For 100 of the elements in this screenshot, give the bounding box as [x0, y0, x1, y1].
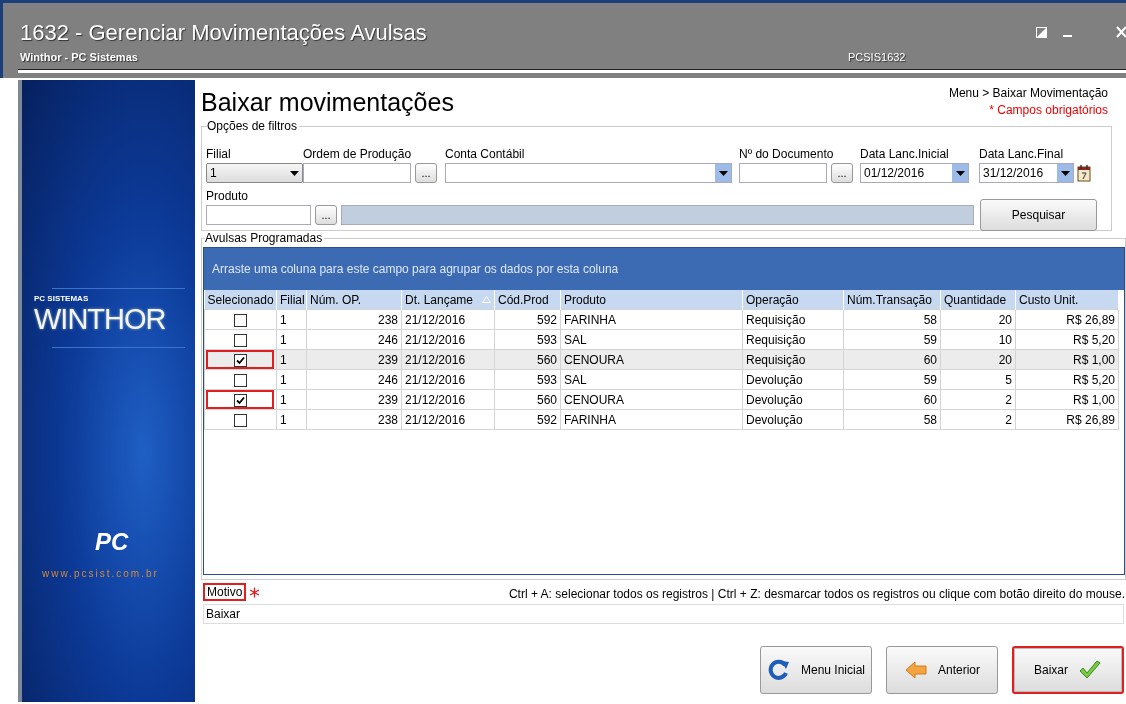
row-checkbox[interactable] [234, 333, 247, 347]
action-button[interactable]: Menu Inicial [760, 646, 872, 694]
table-cell: 1 [276, 309, 307, 330]
table-cell: 59 [843, 369, 941, 390]
close-icon[interactable] [1116, 26, 1126, 38]
table-cell: 21/12/2016 [401, 409, 495, 430]
dropdown-arrow-icon[interactable] [955, 170, 965, 176]
table-cell: 60 [843, 389, 941, 410]
brand-logo: WINTHOR [34, 303, 166, 336]
table-cell: 1 [276, 329, 307, 350]
field-label: Ordem de Produção [303, 146, 413, 163]
screen-code: PCSIS1632 [848, 51, 906, 63]
restore-icon[interactable] [1036, 27, 1047, 38]
input-field[interactable] [739, 163, 827, 183]
dropdown-arrow-icon[interactable] [289, 170, 299, 176]
breadcrumb[interactable]: Menu > Baixar Movimentação [948, 86, 1108, 100]
action-button[interactable]: Anterior [886, 646, 998, 694]
table-cell: 593 [494, 329, 561, 350]
table-cell: 20 [940, 309, 1016, 330]
browse-button[interactable]: ... [315, 205, 337, 225]
action-button[interactable]: Baixar [1012, 646, 1124, 694]
table-row[interactable]: 1 238 21/12/2016 592 FARINHA Requisição 58 20 R$ 26,89 [204, 309, 1119, 330]
group-legend: Avulsas Programadas [205, 231, 325, 245]
website-url: www.pcsist.com.br [42, 568, 159, 579]
table-cell: 21/12/2016 [401, 369, 495, 390]
dropdown-arrow-icon[interactable] [718, 170, 728, 176]
company-logo: PC [95, 528, 129, 556]
table-row[interactable]: 1 239 21/12/2016 560 CENOURA Requisição 60 20 R$ 1,00 [204, 349, 1119, 370]
table-cell: 1 [276, 409, 307, 430]
column-header[interactable]: Cód.Prod [494, 290, 561, 310]
table-cell: R$ 26,89 [1015, 309, 1119, 330]
branch-select[interactable]: 1 [206, 163, 303, 183]
column-header[interactable]: Produto [560, 290, 743, 310]
group-by-area[interactable]: Arraste uma coluna para este campo para agrupar os dados por esta coluna [204, 248, 1124, 290]
row-checkbox[interactable] [234, 313, 247, 327]
left-arrow-icon [904, 658, 928, 682]
table-cell: R$ 1,00 [1015, 389, 1119, 410]
table-cell: R$ 5,20 [1015, 329, 1119, 350]
table-cell: Devolução [742, 389, 844, 410]
table-cell: 58 [843, 309, 941, 330]
field-label: Conta Contábil [445, 146, 526, 163]
table-cell: 21/12/2016 [401, 329, 495, 350]
window-title: 1632 - Gerenciar Movimentações Avulsas [20, 20, 427, 46]
table-cell: SAL [560, 329, 743, 350]
table-cell: 10 [940, 329, 1016, 350]
table-cell: 593 [494, 369, 561, 390]
table-cell: 2 [940, 389, 1016, 410]
column-header[interactable]: Filial [276, 290, 307, 310]
table-row[interactable]: 1 246 21/12/2016 593 SAL Devolução 59 5 R$ 5,20 [204, 369, 1119, 390]
minimize-icon[interactable] [1063, 35, 1072, 38]
row-checkbox[interactable] [234, 413, 247, 427]
row-checkbox[interactable] [234, 373, 247, 387]
table-cell: 21/12/2016 [401, 309, 495, 330]
column-header[interactable]: Custo Unit. [1015, 290, 1119, 310]
shortcut-hint: Ctrl + A: selecionar todos os registros | Ctrl + Z: desmarcar todos os registros ou clique com botão direito do mouse. [508, 587, 1126, 601]
table-cell: R$ 26,89 [1015, 409, 1119, 430]
browse-button[interactable]: ... [415, 163, 437, 183]
table-row[interactable]: 1 246 21/12/2016 593 SAL Requisição 59 10 R$ 5,20 [204, 329, 1119, 350]
window-subtitle: Winthor - PC Sistemas [20, 51, 138, 63]
column-header[interactable]: Selecionado [204, 290, 277, 310]
column-header[interactable]: Núm.Transação [843, 290, 941, 310]
row-checkbox[interactable] [234, 353, 247, 367]
field-label: Data Lanc.Inicial [860, 146, 950, 163]
date-field[interactable]: 31/12/2016 [979, 163, 1074, 183]
column-header[interactable]: Quantidade [940, 290, 1016, 310]
table-cell: Requisição [742, 309, 844, 330]
column-header[interactable]: Núm. OP. [306, 290, 402, 310]
table-cell: 239 [306, 389, 402, 410]
column-header[interactable]: Dt. Lançame [401, 290, 495, 310]
page-title: Baixar movimentações [201, 88, 454, 118]
input-field[interactable] [303, 163, 411, 183]
table-row[interactable]: 1 238 21/12/2016 592 FARINHA Devolução 58 2 R$ 26,89 [204, 409, 1119, 430]
reason-field[interactable]: Baixar [203, 604, 1124, 624]
table-cell: 1 [276, 369, 307, 390]
table-cell: CENOURA [560, 389, 743, 410]
table-cell: 560 [494, 389, 561, 410]
field-label: Nº do Documento [739, 146, 835, 163]
date-field[interactable]: 01/12/2016 [860, 163, 969, 183]
row-checkbox[interactable] [234, 393, 247, 407]
table-cell: 238 [306, 409, 402, 430]
table-cell: R$ 5,20 [1015, 369, 1119, 390]
input-field[interactable] [206, 205, 311, 225]
dropdown-arrow-icon[interactable] [1060, 170, 1070, 176]
table-cell: 592 [494, 409, 561, 430]
required-note: * Campos obrigatórios [988, 103, 1108, 117]
table-cell: 1 [276, 389, 307, 410]
table-cell: Devolução [742, 409, 844, 430]
column-header[interactable]: Operação [742, 290, 844, 310]
table-cell: 5 [940, 369, 1016, 390]
search-button[interactable]: Pesquisar [980, 199, 1097, 231]
table-row[interactable]: 1 239 21/12/2016 560 CENOURA Devolução 60 2 R$ 1,00 [204, 389, 1119, 410]
table-cell: 58 [843, 409, 941, 430]
table-cell: 2 [940, 409, 1016, 430]
field-label: Data Lanc.Final [979, 146, 1065, 163]
browse-button[interactable]: ... [831, 163, 853, 183]
table-cell: 238 [306, 309, 402, 330]
table-cell: Requisição [742, 329, 844, 350]
calendar-icon[interactable] [1077, 164, 1091, 182]
reason-label: Motivo [203, 583, 247, 601]
circular-arrow-icon [767, 658, 791, 682]
